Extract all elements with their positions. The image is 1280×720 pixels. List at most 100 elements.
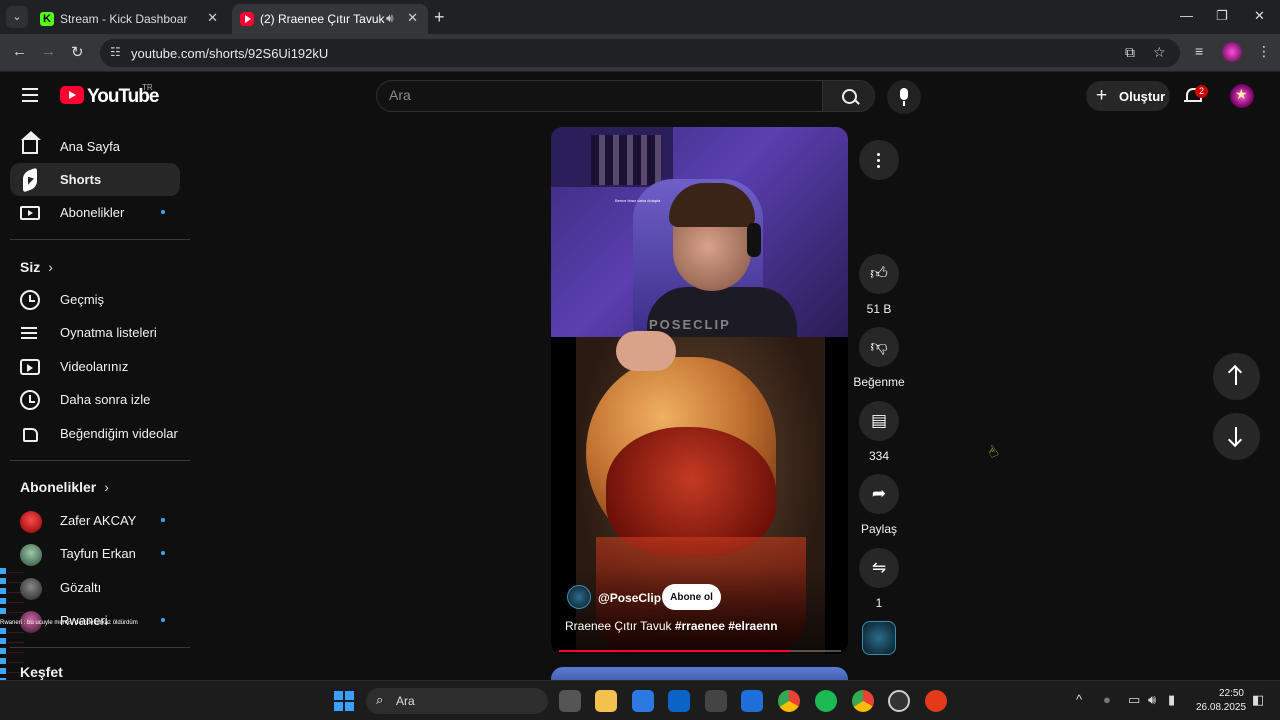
watch-later-icon	[20, 390, 40, 410]
app-icon[interactable]	[741, 690, 763, 712]
shorts-player[interactable]: Bence biraz daha dolapta POSECLIP @PoseC…	[551, 127, 848, 654]
chat-highlight-message: Rwaneri : bu ucuyle memisi demde birkaz …	[0, 620, 138, 626]
dislike-button[interactable]: 👎︎	[859, 327, 899, 367]
forward-icon[interactable]: →	[41, 43, 56, 60]
sidebar-item-label: Oynatma listeleri	[60, 325, 157, 340]
sidebar-item-subscriptions[interactable]: Abonelikler	[10, 196, 180, 229]
account-avatar[interactable]	[1230, 84, 1254, 108]
microphone-icon[interactable]: ●	[1103, 692, 1111, 707]
battery-icon[interactable]: ▮	[1168, 692, 1175, 708]
channel-avatar[interactable]	[567, 585, 591, 609]
share-button[interactable]: ➦	[859, 474, 899, 514]
youtube-favicon-icon	[240, 12, 254, 26]
new-tab-icon[interactable]: +	[434, 7, 445, 28]
video-progress-fill	[559, 650, 791, 652]
browser-profile-avatar[interactable]	[1222, 42, 1242, 62]
video-progress-bar[interactable]	[559, 650, 841, 652]
shorts-icon	[23, 167, 37, 193]
sidebar-item-shorts[interactable]: Shorts	[10, 163, 180, 196]
app-icon[interactable]	[888, 690, 910, 712]
search-box	[376, 80, 823, 112]
notification-badge: 2	[1195, 85, 1208, 98]
short-info-overlay: @PoseClip Abone ol Rraenee Çıtır Tavuk #…	[551, 567, 848, 654]
sidebar-item-your-videos[interactable]: Videolarınız	[10, 350, 180, 383]
window-close-icon[interactable]: ✕	[1254, 8, 1265, 24]
system-clock[interactable]: 22:50 26.08.2025	[1196, 687, 1246, 715]
short-title-text: Rraenee Çıtır Tavuk	[565, 619, 675, 633]
subscription-channel[interactable]: Zafer AKCAY	[10, 504, 180, 537]
search-input[interactable]	[389, 87, 789, 103]
minimize-icon[interactable]: —	[1180, 8, 1193, 23]
facecam-caption: Bence biraz daha dolapta	[615, 198, 661, 203]
sound-source-thumbnail[interactable]	[862, 621, 896, 655]
windows-start-icon[interactable]	[334, 691, 354, 711]
taskbar-search-label: Ara	[396, 694, 415, 708]
thumbs-up-icon: 👍︎	[870, 264, 888, 283]
speaker-icon[interactable]: 🔊︎	[386, 11, 394, 26]
volume-icon[interactable]: 🔊︎	[1148, 692, 1156, 708]
sidebar-item-history[interactable]: Geçmiş	[10, 283, 180, 316]
close-tab-icon[interactable]: ✕	[407, 10, 418, 26]
task-view-icon[interactable]	[559, 690, 581, 712]
tray-overflow-icon[interactable]: ^	[1076, 692, 1082, 707]
ms-store-icon[interactable]	[632, 690, 654, 712]
more-options-icon[interactable]	[859, 140, 899, 180]
subscription-channel[interactable]: Tayfun Erkan	[10, 537, 180, 570]
you-section-heading[interactable]: Siz ›	[20, 259, 53, 275]
install-app-icon[interactable]: ⧉	[1125, 44, 1135, 61]
app-icon[interactable]	[705, 690, 727, 712]
short-title[interactable]: Rraenee Çıtır Tavuk #rraenee #elraenn	[565, 619, 778, 633]
tab-search-icon[interactable]: ⌄	[6, 6, 28, 28]
bookmark-star-icon[interactable]: ☆	[1153, 44, 1166, 61]
outlook-icon[interactable]	[668, 690, 690, 712]
subscriptions-heading-label: Abonelikler	[20, 479, 97, 495]
explore-heading: Keşfet	[20, 664, 63, 680]
create-button[interactable]: + Oluştur	[1086, 81, 1170, 111]
media-controls-icon[interactable]: ≡	[1195, 43, 1203, 59]
chrome-icon[interactable]	[778, 690, 800, 712]
back-icon[interactable]: ←	[12, 43, 27, 60]
tab-youtube-short[interactable]: (2) Rraenee Çıtır Tavuk #rraenee 🔊︎ ✕	[232, 4, 428, 34]
address-bar[interactable]: ☷ youtube.com/shorts/92S6Ui192kU ⧉ ☆	[100, 39, 1180, 67]
sidebar-item-label: Abonelikler	[60, 205, 125, 220]
reload-icon[interactable]: ↻	[71, 43, 84, 61]
chevron-right-icon: ›	[48, 259, 53, 275]
channel-avatar	[20, 544, 42, 566]
comment-action: ▤ 334	[852, 401, 906, 463]
sidebar-item-label: Geçmiş	[60, 292, 105, 307]
spotify-icon[interactable]	[815, 690, 837, 712]
sidebar-item-label: Beğendiğim videolar	[60, 426, 178, 441]
maximize-icon[interactable]: ❐	[1216, 8, 1228, 24]
channel-handle[interactable]: @PoseClip	[598, 591, 661, 605]
divider	[10, 239, 190, 240]
close-tab-icon[interactable]: ✕	[207, 10, 218, 26]
comments-button[interactable]: ▤	[859, 401, 899, 441]
channel-name: Zafer AKCAY	[60, 513, 137, 528]
remix-button[interactable]: ⇋	[859, 548, 899, 588]
sidebar-item-home[interactable]: Ana Sayfa	[10, 130, 180, 163]
subscribe-button[interactable]: Abone ol	[662, 584, 721, 610]
short-hashtags[interactable]: #rraenee #elraenn	[675, 619, 778, 633]
sidebar-item-watch-later[interactable]: Daha sonra izle	[10, 383, 180, 416]
notification-center-icon[interactable]: ◧	[1252, 692, 1264, 708]
browser-menu-icon[interactable]: ⋮	[1257, 43, 1271, 60]
ea-app-icon[interactable]	[925, 690, 947, 712]
taskbar-search[interactable]: ⌕ Ara	[366, 688, 548, 714]
subscriptions-section-heading[interactable]: Abonelikler ›	[20, 479, 109, 495]
new-content-dot	[161, 551, 165, 555]
like-button[interactable]: 👍︎	[859, 254, 899, 294]
remix-action: ⇋ 1	[852, 548, 906, 610]
next-short-button[interactable]	[1213, 413, 1260, 460]
file-explorer-icon[interactable]	[595, 690, 617, 712]
hamburger-menu-icon[interactable]	[22, 88, 38, 106]
network-icon[interactable]: ▭	[1128, 692, 1140, 708]
tab-kick-dashboard[interactable]: K Stream - Kick Dashboard ✕	[32, 4, 228, 34]
sidebar-item-playlists[interactable]: Oynatma listeleri	[10, 316, 180, 349]
site-info-icon[interactable]: ☷	[110, 45, 121, 59]
search-button[interactable]	[822, 80, 875, 112]
chrome-profile-icon[interactable]	[852, 690, 874, 712]
previous-short-button[interactable]	[1213, 353, 1260, 400]
youtube-logo-icon[interactable]	[60, 86, 84, 104]
voice-search-button[interactable]	[887, 80, 921, 114]
sidebar-item-liked-videos[interactable]: Beğendiğim videolar	[10, 417, 180, 450]
